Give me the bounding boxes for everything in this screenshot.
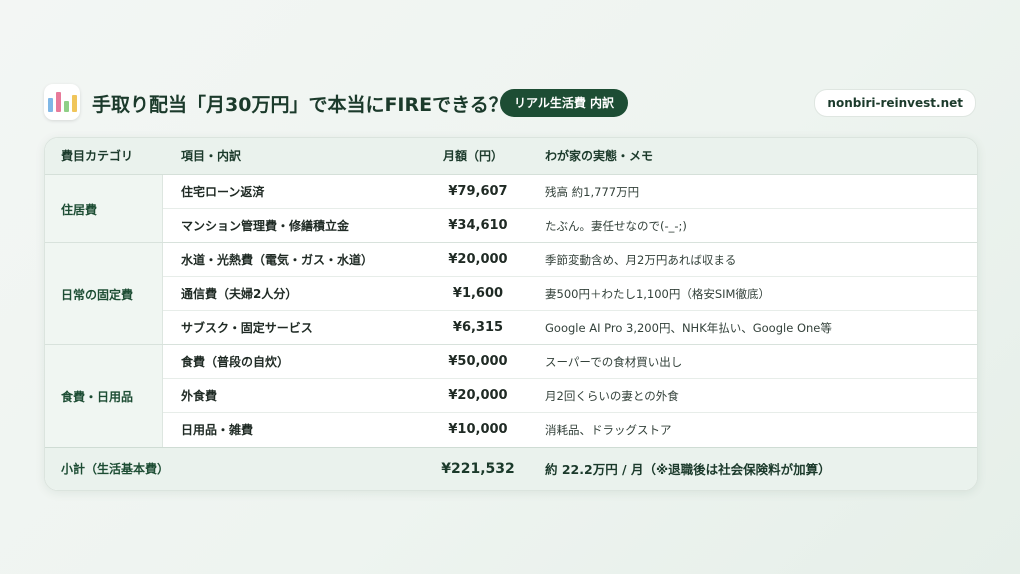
amount-value: ¥10,000 [448,422,508,437]
amount-value: ¥79,607 [448,184,508,199]
memo-text: スーパーでの食材買い出し [545,355,683,369]
memo-text: 妻500円＋わたし1,100円（格安SIM徹底） [545,287,770,301]
column-header-item: 項目・内訳 [181,149,242,163]
category-fixed: 日常の固定費 [45,243,163,345]
table-row: 食費（普段の自炊） ¥50,000 スーパーでの食材買い出し [163,345,977,379]
column-header-category: 費目カテゴリ [61,149,134,163]
header: 手取り配当「月30万円」で本当にFIREできる？ リアル生活費 内訳 nonbi… [44,84,976,122]
category-housing: 住居費 [45,175,163,243]
item-label: 外食費 [181,389,218,403]
column-header-amount: 月額（円） [443,149,504,163]
amount-value: ¥20,000 [448,252,508,267]
memo-text: Google AI Pro 3,200円、NHK年払い、Google One等 [545,321,832,335]
item-label: 通信費（夫婦2人分） [181,287,298,301]
item-label: 日用品・雑費 [181,423,254,437]
table-header: 費目カテゴリ 項目・内訳 月額（円） わが家の実態・メモ [45,138,977,175]
table-row: 外食費 ¥20,000 月2回くらいの妻との外食 [163,379,977,413]
category-divider [45,242,977,243]
site-badge[interactable]: nonbiri-reinvest.net [814,89,976,117]
memo-text: 消耗品、ドラッグストア [545,423,672,437]
table-row: 日用品・雑費 ¥10,000 消耗品、ドラッグストア [163,413,977,447]
amount-value: ¥6,315 [452,320,504,335]
amount-value: ¥50,000 [448,354,508,369]
table-row: サブスク・固定サービス ¥6,315 Google AI Pro 3,200円、… [163,311,977,345]
memo-text: 季節変動含め、月2万円あれば収まる [545,253,737,267]
subtotal-amount: ¥221,532 [441,461,515,477]
category-divider [45,344,977,345]
bar-chart-icon [44,84,80,120]
memo-text: 月2回くらいの妻との外食 [545,389,679,403]
amount-value: ¥20,000 [448,388,508,403]
page-title: 手取り配当「月30万円」で本当にFIREできる？ [92,94,508,116]
subtotal-memo: 約 22.2万円 / 月（※退職後は社会保険料が加算） [545,462,831,477]
expense-table: 費目カテゴリ 項目・内訳 月額（円） わが家の実態・メモ 住居費 日常の固定費 … [44,137,978,491]
amount-value: ¥34,610 [448,218,508,233]
item-label: マンション管理費・修繕積立金 [181,219,350,233]
memo-text: たぶん。妻任せなので(-_-;) [545,219,687,233]
table-row: 水道・光熱費（電気・ガス・水道） ¥20,000 季節変動含め、月2万円あれば収… [163,243,977,277]
table-row: マンション管理費・修繕積立金 ¥34,610 たぶん。妻任せなので(-_-;) [163,209,977,243]
subtotal-row: 小計（生活基本費） ¥221,532 約 22.2万円 / 月（※退職後は社会保… [45,447,977,490]
item-label: サブスク・固定サービス [181,321,313,335]
table-row: 通信費（夫婦2人分） ¥1,600 妻500円＋わたし1,100円（格安SIM徹… [163,277,977,311]
breakdown-badge: リアル生活費 内訳 [500,89,629,117]
column-header-memo: わが家の実態・メモ [545,149,654,163]
table-row: 住宅ローン返済 ¥79,607 残高 約1,777万円 [163,175,977,209]
memo-text: 残高 約1,777万円 [545,185,640,199]
item-label: 食費（普段の自炊） [181,355,290,369]
category-food: 食費・日用品 [45,345,163,447]
item-label: 住宅ローン返済 [181,185,265,199]
subtotal-label: 小計（生活基本費） [61,462,170,476]
item-label: 水道・光熱費（電気・ガス・水道） [181,253,374,267]
amount-value: ¥1,600 [452,286,504,301]
